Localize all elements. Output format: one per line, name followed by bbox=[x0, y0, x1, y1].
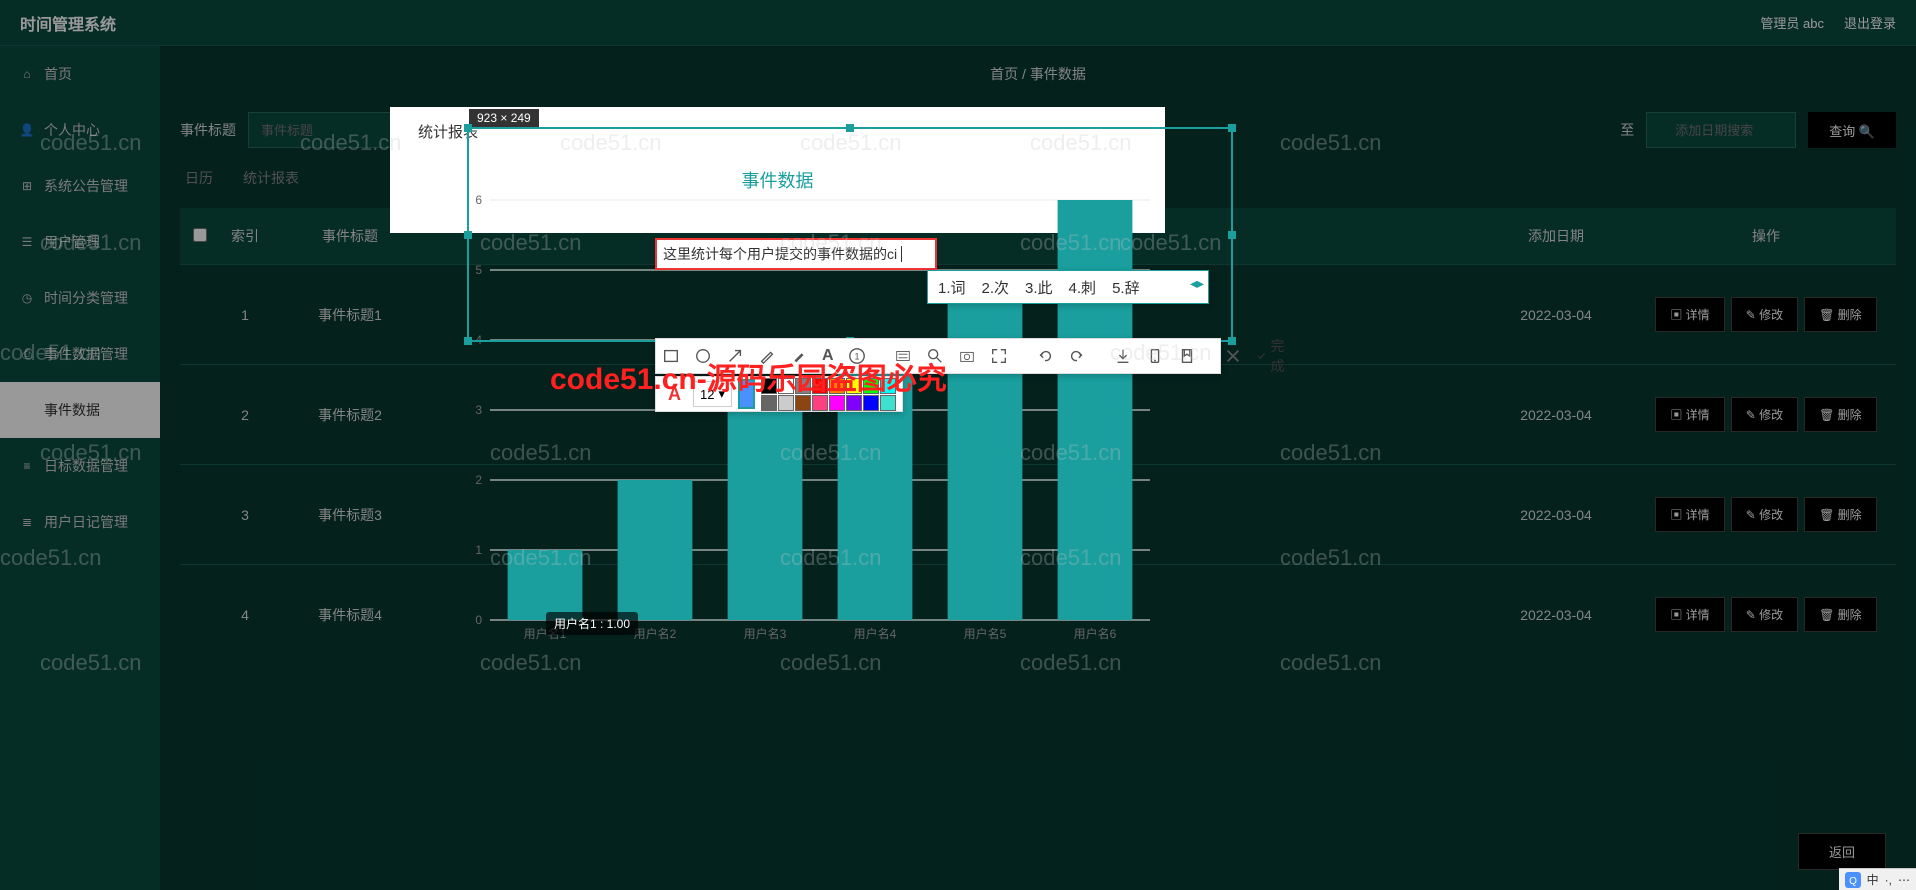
color-swatch[interactable] bbox=[829, 395, 845, 411]
handle-mr[interactable] bbox=[1228, 231, 1236, 239]
color-swatch[interactable] bbox=[795, 395, 811, 411]
color-swatch[interactable] bbox=[863, 395, 879, 411]
color-swatch[interactable] bbox=[761, 378, 777, 394]
tool-pin-icon[interactable] bbox=[1178, 347, 1196, 365]
tool-circle-icon[interactable] bbox=[694, 347, 712, 365]
chart-tooltip: 用户名1 : 1.00 bbox=[546, 612, 638, 635]
color-swatch[interactable] bbox=[778, 395, 794, 411]
text-cursor bbox=[897, 246, 902, 262]
tool-text-icon[interactable]: A bbox=[822, 347, 834, 365]
font-toolbar: A 12 ▾ bbox=[655, 376, 903, 412]
svg-text:用户名3: 用户名3 bbox=[744, 626, 787, 641]
ime-candidate[interactable]: 5.辞 bbox=[1112, 277, 1140, 298]
tool-rect-icon[interactable] bbox=[662, 347, 680, 365]
svg-text:1: 1 bbox=[475, 543, 482, 557]
screenshot-selection[interactable]: 923 × 249 bbox=[467, 127, 1233, 342]
color-swatch[interactable] bbox=[863, 378, 879, 394]
color-swatch[interactable] bbox=[778, 378, 794, 394]
tool-arrow-icon[interactable] bbox=[726, 347, 744, 365]
color-swatch[interactable] bbox=[829, 378, 845, 394]
color-swatch[interactable] bbox=[812, 395, 828, 411]
tool-marker-icon[interactable] bbox=[790, 347, 808, 365]
tool-number-icon[interactable]: 1 bbox=[848, 347, 866, 365]
svg-text:用户名6: 用户名6 bbox=[1074, 626, 1117, 641]
ime-punct[interactable]: ·, bbox=[1885, 873, 1892, 887]
handle-bl[interactable] bbox=[464, 337, 472, 345]
handle-br[interactable] bbox=[1228, 337, 1236, 345]
handle-tl[interactable] bbox=[464, 124, 472, 132]
chevron-down-icon: ▾ bbox=[718, 386, 725, 402]
tool-expand-icon[interactable] bbox=[990, 347, 1008, 365]
svg-text:1: 1 bbox=[854, 352, 859, 362]
svg-text:2: 2 bbox=[475, 473, 482, 487]
color-swatch[interactable] bbox=[880, 395, 896, 411]
handle-tr[interactable] bbox=[1228, 124, 1236, 132]
tool-undo-icon[interactable] bbox=[1036, 347, 1054, 365]
tool-redo-icon[interactable] bbox=[1068, 347, 1086, 365]
font-indicator-icon: A bbox=[662, 384, 687, 405]
current-color-swatch[interactable] bbox=[738, 379, 755, 409]
ime-logo-icon[interactable]: Q bbox=[1845, 872, 1861, 888]
color-swatch[interactable] bbox=[880, 378, 896, 394]
color-palette bbox=[761, 378, 896, 411]
tool-download-icon[interactable] bbox=[1114, 347, 1132, 365]
tool-pen-icon[interactable] bbox=[758, 347, 776, 365]
svg-text:用户名4: 用户名4 bbox=[854, 626, 897, 641]
ime-mode[interactable]: 中 bbox=[1867, 871, 1879, 888]
tool-blur-icon[interactable] bbox=[894, 347, 912, 365]
ime-more-icon[interactable]: ⋯ bbox=[1898, 873, 1910, 887]
selection-dimensions: 923 × 249 bbox=[469, 109, 539, 127]
color-swatch[interactable] bbox=[761, 395, 777, 411]
check-icon bbox=[1256, 348, 1267, 364]
color-swatch[interactable] bbox=[812, 378, 828, 394]
ime-nav-arrows[interactable]: ◂▸ bbox=[1190, 275, 1204, 292]
ime-candidate[interactable]: 1.词 bbox=[938, 277, 966, 298]
text-annotation-input[interactable]: 这里统计每个用户提交的事件数据的ci bbox=[655, 238, 937, 270]
svg-text:用户名2: 用户名2 bbox=[634, 626, 677, 641]
font-size-select[interactable]: 12 ▾ bbox=[693, 381, 732, 407]
svg-text:用户名5: 用户名5 bbox=[964, 626, 1007, 641]
svg-text:3: 3 bbox=[475, 403, 482, 417]
handle-ml[interactable] bbox=[464, 231, 472, 239]
ime-candidate[interactable]: 2.次 bbox=[982, 277, 1010, 298]
tool-phone-icon[interactable] bbox=[1146, 347, 1164, 365]
tool-done-button[interactable]: 完成 bbox=[1256, 336, 1290, 376]
color-swatch[interactable] bbox=[846, 378, 862, 394]
tool-close-icon[interactable] bbox=[1224, 347, 1242, 365]
tool-magnify-icon[interactable] bbox=[926, 347, 944, 365]
svg-text:0: 0 bbox=[475, 613, 482, 627]
ime-candidate[interactable]: 3.此 bbox=[1025, 277, 1053, 298]
screenshot-toolbar: A 1 完成 bbox=[655, 338, 1221, 374]
handle-tm[interactable] bbox=[846, 124, 854, 132]
color-swatch[interactable] bbox=[795, 378, 811, 394]
tool-capture-icon[interactable] bbox=[958, 347, 976, 365]
svg-text:Q: Q bbox=[1849, 876, 1857, 887]
color-swatch[interactable] bbox=[846, 395, 862, 411]
taskbar: Q 中 ·, ⋯ bbox=[1839, 868, 1916, 890]
ime-candidate[interactable]: 4.刺 bbox=[1069, 277, 1097, 298]
ime-candidate-bar[interactable]: 1.词 2.次 3.此 4.刺 5.辞 ◂▸ bbox=[927, 270, 1209, 304]
